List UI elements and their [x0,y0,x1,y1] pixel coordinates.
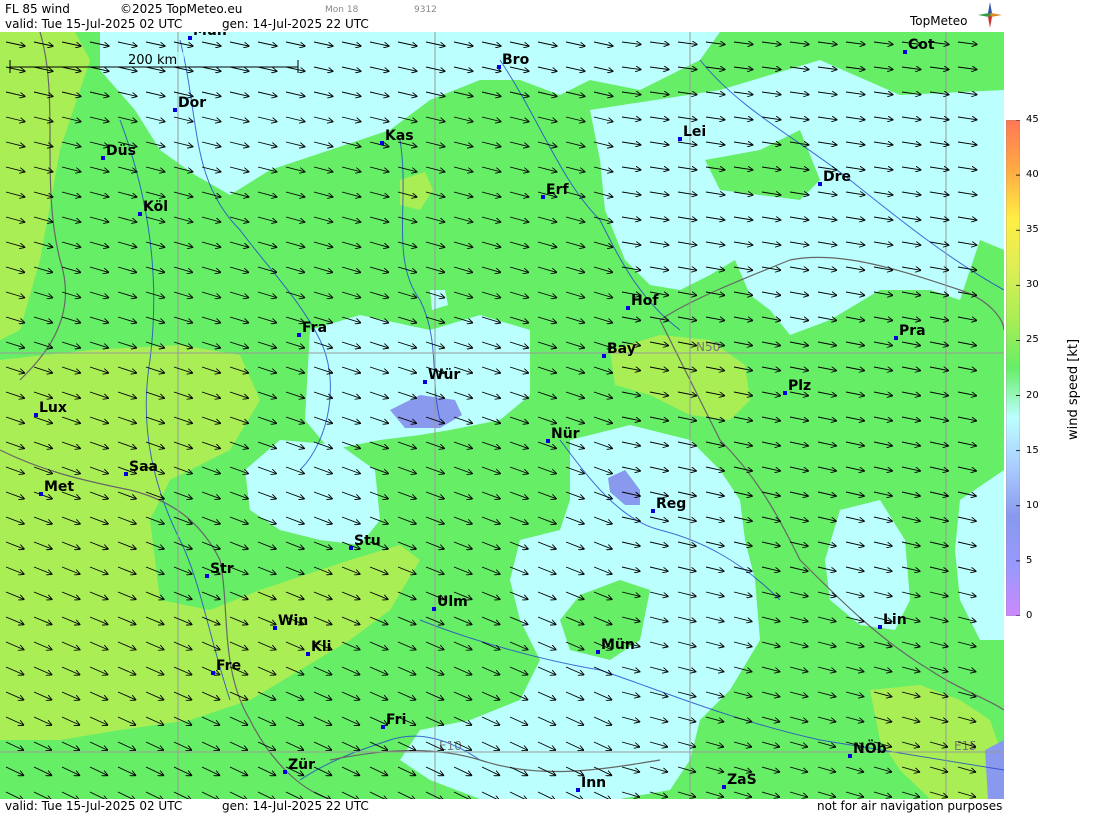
city-label: Hof [631,293,659,309]
city-marker[interactable] [188,36,192,40]
city-label: Mün [193,32,227,39]
city-label: Win [278,613,308,629]
city-label: Bay [607,341,636,357]
city-label: Ulm [437,594,468,610]
city-marker[interactable] [211,671,215,675]
city-marker[interactable] [380,141,384,145]
city-label: Wür [428,367,460,383]
city-marker[interactable] [818,182,822,186]
colorbar-tick-label: 35 [1026,224,1039,236]
city-marker[interactable] [283,770,287,774]
topmeteo-logo: TopMeteo [910,14,968,28]
compass-logo-icon [978,2,1002,28]
city-label: Str [210,561,234,577]
city-label: Inn [581,775,606,791]
city-marker[interactable] [903,50,907,54]
city-label: Dor [178,95,206,111]
city-marker[interactable] [651,509,655,513]
city-label: Erf [546,182,569,198]
footer-generated-time: gen: 14-Jul-2025 22 UTC [222,799,369,813]
city-label: Met [44,479,74,495]
map-footer: valid: Tue 15-Jul-2025 02 UTC gen: 14-Ju… [0,799,1004,814]
wind-map[interactable]: N50 E10 E15 200 km MünBroCotDorKasLeiDüs… [0,32,1004,799]
generated-time: gen: 14-Jul-2025 22 UTC [222,17,369,31]
city-label: NÖb [853,739,887,757]
city-marker[interactable] [101,156,105,160]
map-header: FL 85 wind ©2025 TopMeteo.eu Mon 18 9312… [0,0,1004,32]
city-marker[interactable] [306,652,310,656]
city-marker[interactable] [173,108,177,112]
city-marker[interactable] [626,306,630,310]
colorbar-tick-label: 5 [1026,554,1033,566]
city-label: Kas [385,128,414,144]
city-marker[interactable] [497,65,501,69]
city-label: Lei [683,124,706,140]
footer-valid-time: valid: Tue 15-Jul-2025 02 UTC [5,799,183,813]
city-label: Düs [106,143,136,159]
city-marker[interactable] [39,492,43,496]
city-marker[interactable] [297,333,301,337]
city-marker[interactable] [602,354,606,358]
colorbar-tick-label: 0 [1026,610,1033,621]
colorbar-tick-label: 20 [1026,389,1039,401]
colorbar-tick-label: 40 [1026,169,1039,181]
city-label: Reg [656,496,686,512]
city-marker[interactable] [878,625,882,629]
city-marker[interactable] [124,472,128,476]
city-label: Fra [302,320,327,336]
city-marker[interactable] [678,137,682,141]
city-marker[interactable] [576,788,580,792]
city-marker[interactable] [894,336,898,340]
city-marker[interactable] [541,195,545,199]
city-marker[interactable] [138,212,142,216]
footer-disclaimer: not for air navigation purposes [817,799,1003,813]
city-marker[interactable] [783,391,787,395]
city-label: Bro [502,52,530,68]
colorbar-tick-label: 30 [1026,279,1039,291]
city-label: Pra [899,323,926,339]
header-small-b: 9312 [414,5,437,15]
city-label: Stu [354,533,381,549]
city-marker[interactable] [381,725,385,729]
city-marker[interactable] [722,785,726,789]
colorbar-tick-label: 45 [1026,114,1039,125]
colorbar-tick-label: 15 [1026,444,1039,456]
grid-label-lon-a: E10 [439,739,462,753]
city-label: Zür [288,757,315,773]
city-label: Fre [216,658,241,674]
scale-bar-label: 200 km [128,53,177,68]
valid-time: valid: Tue 15-Jul-2025 02 UTC [5,17,183,31]
city-label: Mün [601,637,635,653]
city-marker[interactable] [273,626,277,630]
city-label: Nür [551,426,580,442]
city-label: Lux [39,400,67,416]
city-marker[interactable] [423,380,427,384]
city-label: Cot [908,37,935,53]
colorbar-tick-label: 10 [1026,499,1039,511]
copyright: ©2025 TopMeteo.eu [120,2,243,16]
city-label: Dre [823,169,851,185]
wind-speed-colorbar [1006,120,1020,616]
city-label: Köl [143,199,168,215]
city-label: ZaS [727,772,757,788]
city-marker[interactable] [848,754,852,758]
city-marker[interactable] [596,650,600,654]
city-label: Saa [129,459,158,475]
city-label: Plz [788,378,811,394]
city-marker[interactable] [205,574,209,578]
colorbar-title: wind speed [kt] [1066,338,1081,440]
city-marker[interactable] [349,546,353,550]
city-marker[interactable] [546,439,550,443]
city-marker[interactable] [34,413,38,417]
city-label: Fri [386,712,406,728]
city-label: Lin [883,612,907,628]
colorbar-tick-label: 25 [1026,334,1039,346]
header-small-a: Mon 18 [325,5,359,15]
city-label: Kli [311,639,331,655]
city-marker[interactable] [432,607,436,611]
product-title: FL 85 wind [5,2,70,16]
